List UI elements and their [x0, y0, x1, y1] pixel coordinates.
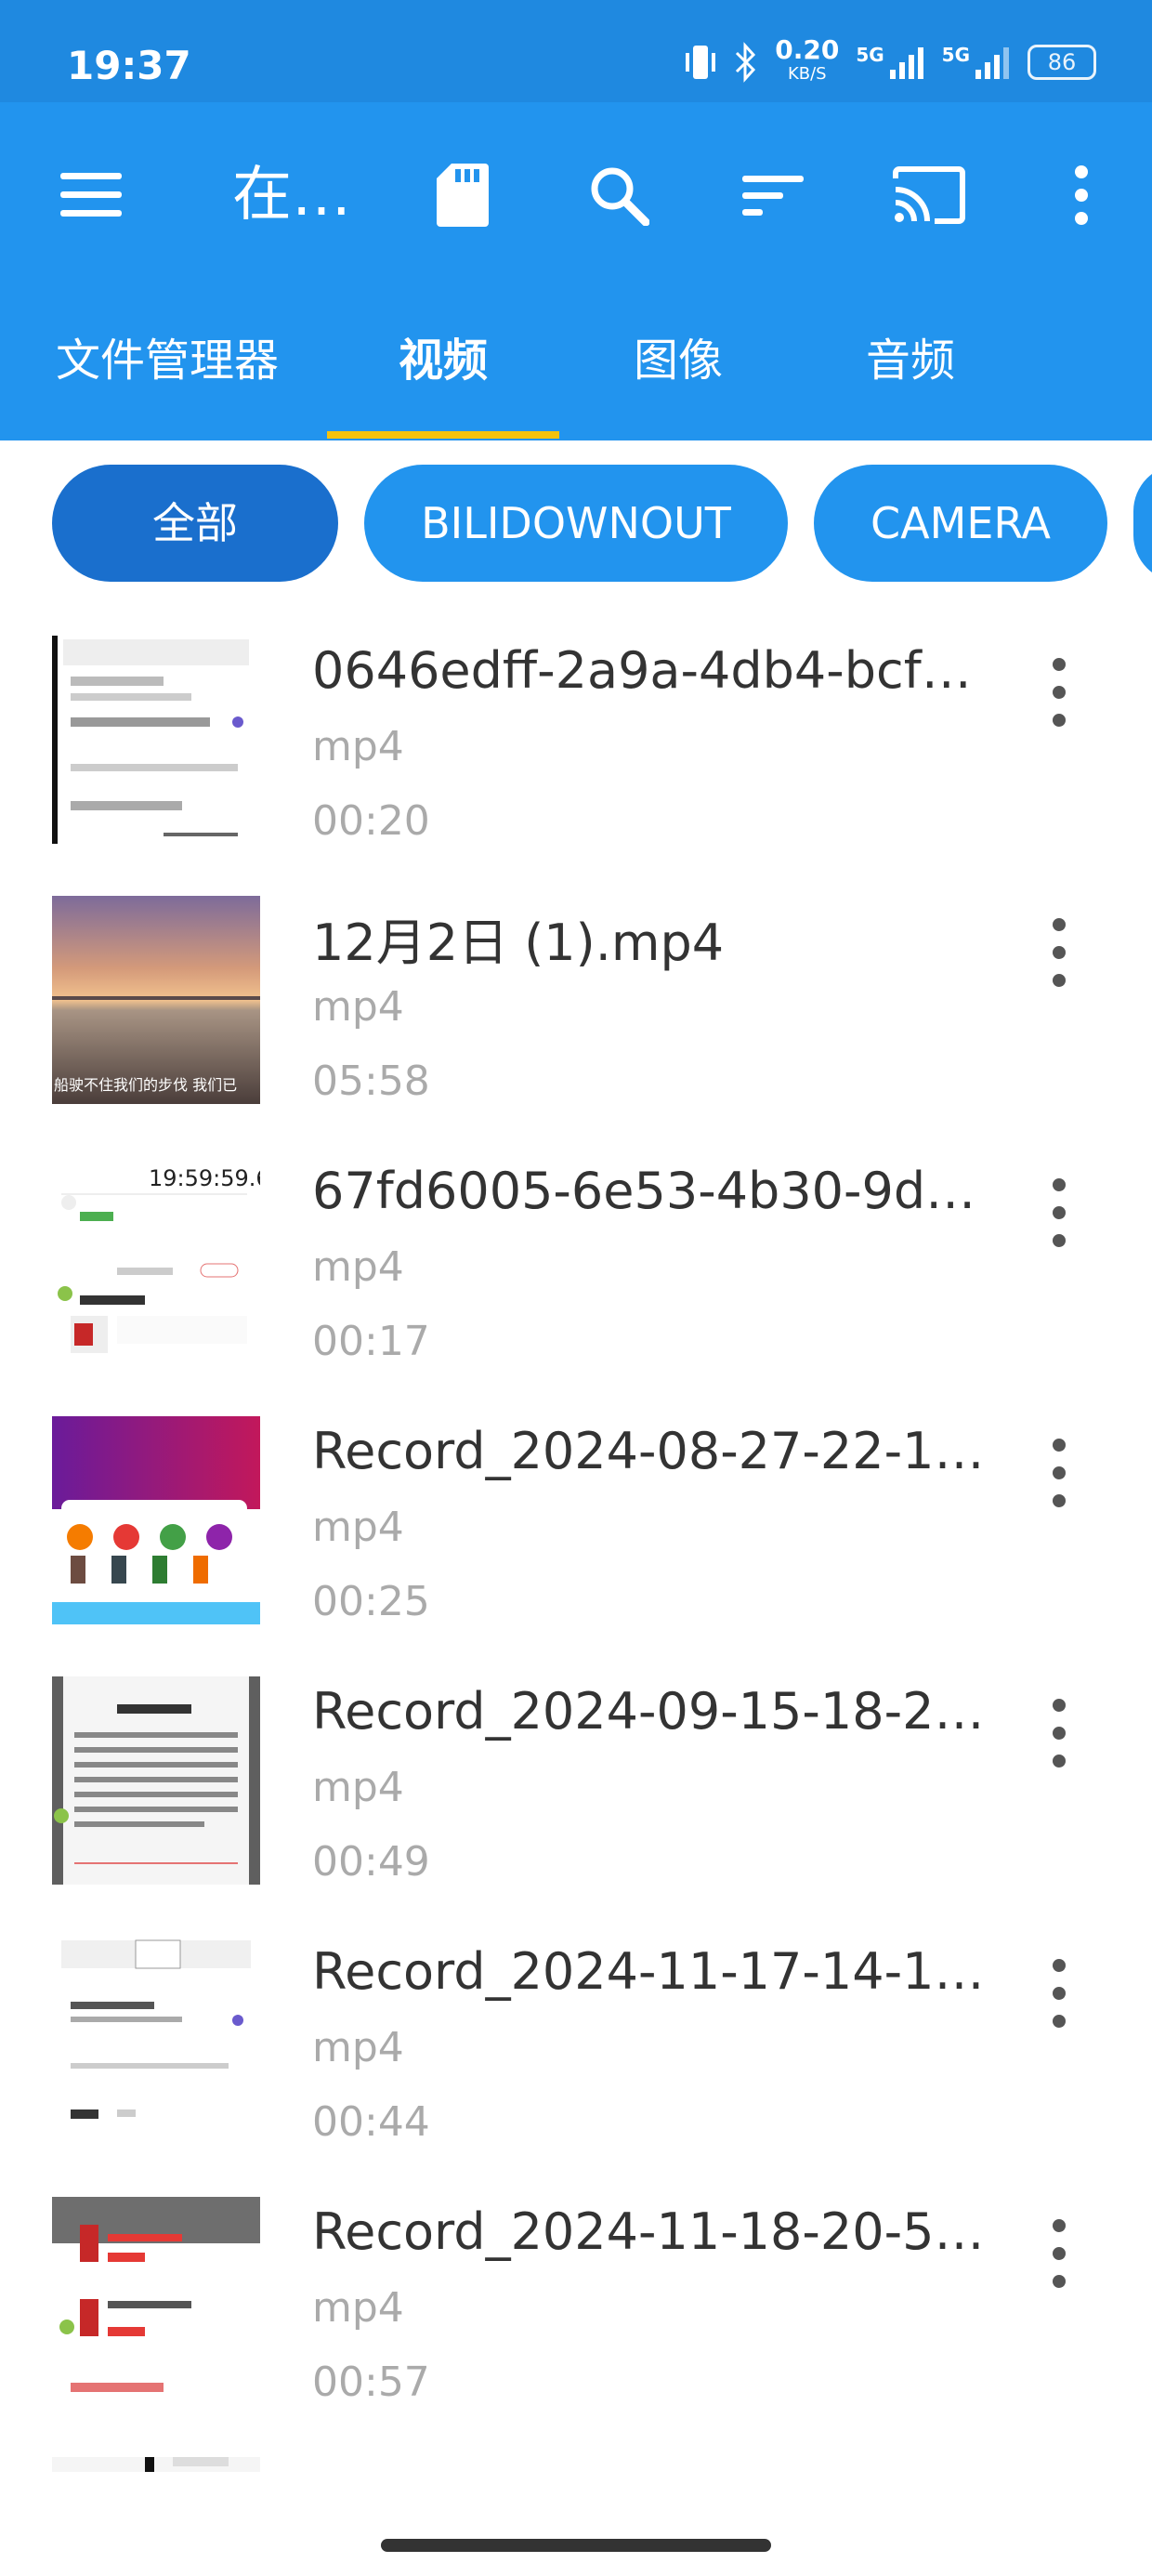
item-more-icon[interactable]: [1041, 1952, 1078, 2035]
toolbar: 在…: [0, 102, 1152, 288]
video-thumbnail: [52, 1416, 260, 1624]
video-thumbnail: 船驶不住我们的步伐 我们已: [52, 896, 260, 1104]
tab-audio[interactable]: 音频: [794, 323, 1027, 388]
video-duration: 05:58: [312, 1058, 430, 1105]
list-item[interactable]: 19:59:59.6 67fd6005-6e53-4b30-9d26… mp4 …: [0, 1134, 1152, 1394]
video-type: mp4: [312, 1504, 404, 1551]
video-title: Record_2024-11-18-20-59-1…: [312, 2202, 1000, 2261]
video-duration: 00:49: [312, 1838, 430, 1886]
item-more-icon[interactable]: [1041, 1431, 1078, 1515]
list-item[interactable]: Record_2024-08-27-22-11-2… mp4 00:25: [0, 1394, 1152, 1654]
sdcard-icon[interactable]: [425, 158, 500, 232]
video-title: 67fd6005-6e53-4b30-9d26…: [312, 1162, 1000, 1220]
video-duration: 00:57: [312, 2359, 430, 2406]
page-title: 在…: [232, 161, 351, 230]
battery-icon: 86: [1028, 45, 1096, 80]
search-icon[interactable]: [582, 158, 656, 232]
tab-video[interactable]: 视频: [327, 323, 559, 388]
tab-image[interactable]: 图像: [562, 323, 794, 388]
bluetooth-icon: [736, 42, 756, 83]
cast-icon[interactable]: [892, 158, 966, 232]
net-speed: 0.20 KB/S: [775, 34, 840, 85]
menu-icon[interactable]: [54, 158, 128, 232]
video-thumbnail: [52, 2457, 260, 2472]
tab-indicator: [327, 431, 559, 439]
video-thumbnail: 19:59:59.6: [52, 1156, 260, 1364]
home-indicator[interactable]: [381, 2539, 771, 2552]
item-more-icon[interactable]: [1041, 911, 1078, 994]
item-more-icon[interactable]: [1041, 2212, 1078, 2295]
app-bar: 19:37 0.20 KB/S 5G 5G 86 在… 文件管理器 视频 图像 …: [0, 0, 1152, 440]
more-vert-icon[interactable]: [1044, 158, 1119, 232]
signal-5g-1: 5G: [856, 44, 924, 81]
chip-next-partial[interactable]: [1133, 465, 1152, 582]
thumbnail-caption: 船驶不住我们的步伐 我们已: [54, 1076, 238, 1094]
signal-5g-2: 5G: [942, 44, 1011, 81]
video-thumbnail: [52, 1676, 260, 1885]
list-item[interactable]: Record_2024-11-17-14-18-26.… mp4 00:44: [0, 1914, 1152, 2175]
video-type: mp4: [312, 1764, 404, 1811]
video-duration: 00:44: [312, 2098, 430, 2146]
video-type: mp4: [312, 1243, 404, 1291]
sort-icon[interactable]: [736, 158, 810, 232]
video-type: mp4: [312, 2024, 404, 2071]
video-title: Record_2024-09-15-18-21-3…: [312, 1682, 1000, 1741]
video-thumbnail: [52, 636, 260, 844]
vibrate-icon: [686, 46, 716, 79]
item-more-icon[interactable]: [1041, 1691, 1078, 1775]
chip-camera[interactable]: CAMERA: [814, 465, 1107, 582]
chip-all[interactable]: 全部: [52, 465, 338, 582]
tab-file-manager[interactable]: 文件管理器: [28, 323, 307, 388]
item-more-icon[interactable]: [1041, 1171, 1078, 1255]
status-bar: 19:37 0.20 KB/S 5G 5G 86: [0, 0, 1152, 102]
video-duration: 00:20: [312, 797, 430, 845]
video-type: mp4: [312, 723, 404, 770]
video-title: Record_2024-11-17-14-18-26.…: [312, 1942, 1000, 2001]
chip-bilidownout[interactable]: BILIDOWNOUT: [364, 465, 788, 582]
tab-bar: 文件管理器 视频 图像 音频: [0, 307, 1152, 440]
list-item[interactable]: Record_2024-11-18-20-59-1… mp4 00:57: [0, 2175, 1152, 2435]
video-title: Record_2024-08-27-22-11-2…: [312, 1422, 1000, 1480]
list-item[interactable]: Record_2024-09-15-18-21-3… mp4 00:49: [0, 1654, 1152, 1914]
signal-icon: [889, 47, 923, 79]
thumbnail-caption: 19:59:59.6: [149, 1165, 260, 1191]
status-icons: 0.20 KB/S 5G 5G 86: [684, 34, 1096, 85]
folder-chips: 全部 BILIDOWNOUT CAMERA: [0, 465, 1152, 585]
item-more-icon[interactable]: [1041, 651, 1078, 734]
signal-icon: [975, 47, 1009, 79]
video-duration: 00:25: [312, 1578, 430, 1625]
list-item-partial[interactable]: [0, 2435, 1152, 2472]
status-time: 19:37: [67, 43, 191, 88]
video-thumbnail: [52, 1937, 260, 2145]
list-item[interactable]: 0646edff-2a9a-4db4-bcf5-… mp4 00:20: [0, 613, 1152, 874]
video-type: mp4: [312, 2284, 404, 2332]
video-type: mp4: [312, 983, 404, 1031]
video-title: 0646edff-2a9a-4db4-bcf5-…: [312, 641, 1000, 700]
list-item[interactable]: 船驶不住我们的步伐 我们已 12月2日 (1).mp4 mp4 05:58: [0, 874, 1152, 1134]
video-duration: 00:17: [312, 1318, 430, 1365]
video-title: 12月2日 (1).mp4: [312, 913, 725, 972]
video-thumbnail: [52, 2197, 260, 2405]
